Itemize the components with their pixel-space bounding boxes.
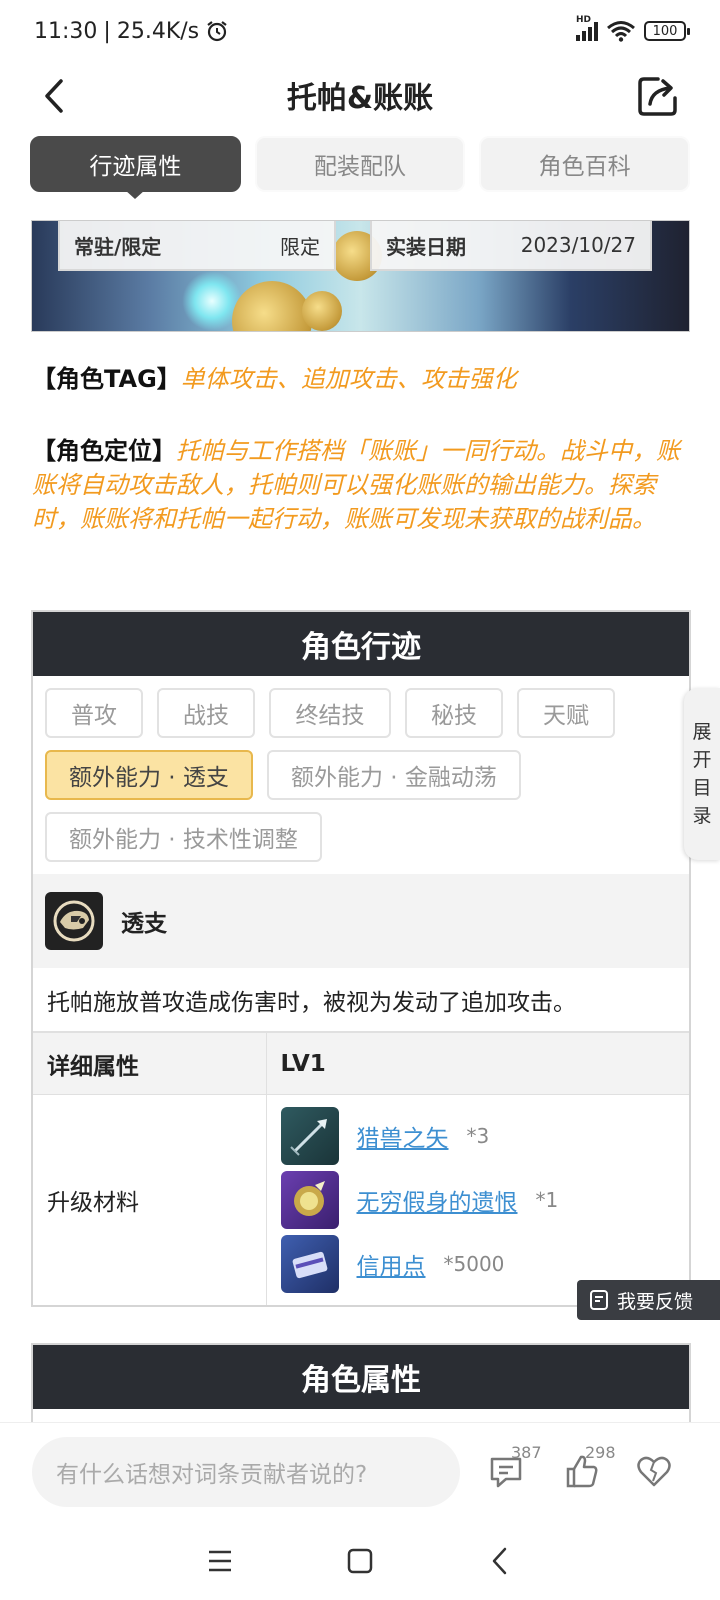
tab-builds[interactable]: 配装配队	[254, 136, 466, 192]
status-bar: 11:30 | 25.4K/s HD 100	[0, 0, 720, 62]
attribute-header-left: 详细属性	[33, 1032, 267, 1095]
app-header: 托帕&账账	[0, 62, 720, 128]
arrow-of-beast-hunter-icon	[280, 1107, 339, 1165]
overdraft-skill-icon	[45, 892, 103, 950]
chip-talent[interactable]: 天赋	[517, 688, 615, 738]
skill-name: 透支	[121, 911, 167, 937]
material-link[interactable]: 猎兽之矢	[357, 1119, 449, 1153]
tab-encyclopedia[interactable]: 角色百科	[479, 136, 691, 192]
character-tag: 【角色TAG】单体攻击、追加攻击、攻击强化	[32, 362, 692, 396]
tab-bar: 行迹属性 配装配队 角色百科	[30, 136, 691, 199]
availability-value: 限定	[280, 234, 320, 259]
credit-icon	[280, 1235, 339, 1293]
material-link[interactable]: 无穷假身的遗恨	[357, 1183, 518, 1217]
character-banner: 常驻/限定 限定 实装日期 2023/10/27	[31, 220, 690, 332]
tab-traces[interactable]: 行迹属性	[30, 136, 241, 199]
trace-chips: 普攻 战技 终结技 秘技 天赋 额外能力 · 透支 额外能力 · 金融动荡 额外…	[33, 676, 689, 874]
signal-icon: HD	[576, 15, 598, 41]
traces-section: 角色行迹 普攻 战技 终结技 秘技 天赋 额外能力 · 透支 额外能力 · 金融…	[31, 610, 691, 1307]
toc-char: 开	[692, 749, 712, 771]
endless-mask-regret-icon	[280, 1171, 339, 1229]
share-button[interactable]	[636, 74, 680, 118]
like-count: 298	[585, 1443, 616, 1462]
back-button[interactable]	[34, 76, 74, 116]
chip-basic-attack[interactable]: 普攻	[45, 688, 143, 738]
traces-section-title: 角色行迹	[33, 612, 689, 676]
share-icon	[638, 77, 677, 116]
chip-extra-financial-turmoil[interactable]: 额外能力 · 金融动荡	[266, 750, 521, 800]
comment-count: 387	[511, 1443, 542, 1462]
attributes-section: 角色属性	[31, 1343, 691, 1423]
toc-char: 录	[692, 805, 712, 827]
hd-label: HD	[576, 15, 592, 25]
tag-value: 单体攻击、追加攻击、攻击强化	[180, 365, 517, 393]
status-right: HD 100	[576, 15, 690, 42]
materials-label: 升级材料	[33, 1094, 267, 1305]
bottom-comment-bar: 有什么话想对词条贡献者说的? 387 298	[0, 1422, 720, 1522]
feedback-icon	[590, 1290, 608, 1310]
status-speed: 25.4K/s	[116, 18, 200, 44]
material-link[interactable]: 信用点	[357, 1247, 426, 1281]
feedback-button[interactable]: 我要反馈	[577, 1280, 720, 1320]
chip-skill[interactable]: 战技	[157, 688, 255, 738]
character-role: 【角色定位】托帕与工作搭档「账账」一同行动。战斗中，账账将自动攻击敌人，托帕则可…	[32, 434, 692, 536]
chip-extra-overdraft[interactable]: 额外能力 · 透支	[45, 750, 253, 800]
status-separator: |	[103, 18, 111, 44]
toc-char: 目	[692, 777, 712, 799]
feedback-label: 我要反馈	[617, 1290, 694, 1313]
back-arrow-icon	[45, 79, 63, 113]
system-nav-bar	[0, 1522, 720, 1600]
attributes-section-title: 角色属性	[33, 1345, 689, 1409]
system-back-icon[interactable]	[485, 1546, 515, 1576]
toc-char: 展	[692, 721, 712, 743]
materials-row: 升级材料 猎兽之矢 *3 无穷假身的遗恨 *1 信用点 *5000	[33, 1094, 689, 1305]
tag-label: 【角色TAG】	[32, 365, 181, 393]
material-count: *1	[535, 1188, 559, 1212]
material-count: *3	[466, 1124, 490, 1148]
chip-ultimate[interactable]: 终结技	[269, 688, 391, 738]
status-left: 11:30 | 25.4K/s	[34, 19, 229, 44]
attribute-table: 详细属性 LV1 升级材料 猎兽之矢 *3 无穷假身的遗恨 *1 信用点 *50…	[33, 1032, 689, 1305]
battery-icon: 100	[644, 21, 690, 41]
availability-card: 常驻/限定 限定	[58, 221, 336, 271]
attribute-header-level: LV1	[266, 1032, 689, 1095]
material-item: 猎兽之矢 *3	[280, 1107, 676, 1165]
menu-icon[interactable]	[205, 1546, 235, 1576]
heart-icon[interactable]	[634, 1451, 674, 1491]
attribute-header-row: 详细属性 LV1	[33, 1032, 689, 1095]
release-date-label: 实装日期	[386, 234, 466, 259]
chip-extra-technical-adjustment[interactable]: 额外能力 · 技术性调整	[45, 812, 322, 862]
skill-row: 透支	[33, 874, 689, 968]
availability-label: 常驻/限定	[74, 234, 162, 259]
page-title: 托帕&账账	[286, 81, 434, 116]
release-date-value: 2023/10/27	[520, 233, 636, 257]
material-count: *5000	[443, 1252, 505, 1276]
alarm-icon	[207, 21, 227, 42]
material-item: 无穷假身的遗恨 *1	[280, 1171, 676, 1229]
materials-list: 猎兽之矢 *3 无穷假身的遗恨 *1 信用点 *5000	[266, 1094, 689, 1305]
home-icon[interactable]	[345, 1546, 375, 1576]
comment-input[interactable]: 有什么话想对词条贡献者说的?	[32, 1437, 460, 1507]
skill-description: 托帕施放普攻造成伤害时，被视为发动了追加攻击。	[33, 968, 689, 1032]
battery-level: 100	[652, 23, 678, 39]
role-label: 【角色定位】	[32, 437, 176, 465]
banner-coin	[232, 281, 312, 331]
banner-coin	[302, 291, 342, 331]
wifi-icon	[607, 21, 635, 42]
status-time: 11:30	[34, 18, 98, 44]
release-date-card: 实装日期 2023/10/27	[370, 221, 652, 271]
chip-technique[interactable]: 秘技	[405, 688, 503, 738]
expand-toc-button[interactable]: 展 开 目 录	[684, 688, 720, 860]
